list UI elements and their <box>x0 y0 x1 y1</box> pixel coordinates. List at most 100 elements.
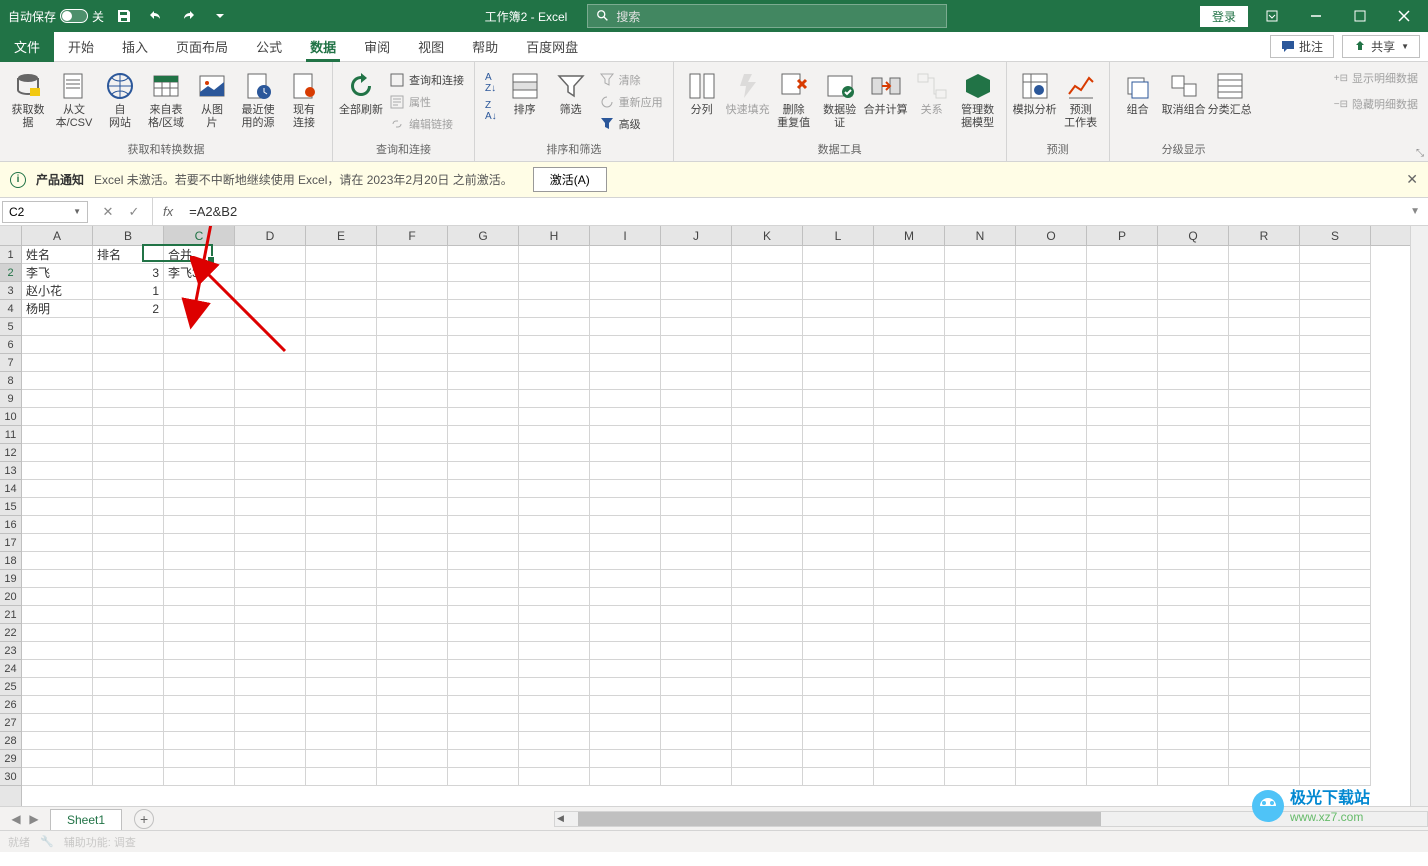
add-sheet-button[interactable]: + <box>134 809 154 829</box>
cell-P5[interactable] <box>1087 318 1158 336</box>
cell-G28[interactable] <box>448 732 519 750</box>
cell-I11[interactable] <box>590 426 661 444</box>
cell-E13[interactable] <box>306 462 377 480</box>
cell-F28[interactable] <box>377 732 448 750</box>
cell-C23[interactable] <box>164 642 235 660</box>
cell-N4[interactable] <box>945 300 1016 318</box>
cell-E20[interactable] <box>306 588 377 606</box>
cell-I4[interactable] <box>590 300 661 318</box>
cell-P23[interactable] <box>1087 642 1158 660</box>
cell-R23[interactable] <box>1229 642 1300 660</box>
cell-O15[interactable] <box>1016 498 1087 516</box>
group-button[interactable]: 组合 <box>1116 66 1160 139</box>
cell-R27[interactable] <box>1229 714 1300 732</box>
row-header-7[interactable]: 7 <box>0 354 21 372</box>
cell-D19[interactable] <box>235 570 306 588</box>
cell-A5[interactable] <box>22 318 93 336</box>
save-button[interactable] <box>112 4 136 28</box>
cell-A7[interactable] <box>22 354 93 372</box>
enter-formula-button[interactable]: ✓ <box>124 202 144 222</box>
cell-P16[interactable] <box>1087 516 1158 534</box>
queries-connections-button[interactable]: 查询和连接 <box>385 70 468 90</box>
cell-I22[interactable] <box>590 624 661 642</box>
column-header-B[interactable]: B <box>93 226 164 245</box>
cell-C13[interactable] <box>164 462 235 480</box>
cell-P17[interactable] <box>1087 534 1158 552</box>
from-picture-button[interactable]: 从图 片 <box>190 66 234 139</box>
cell-G24[interactable] <box>448 660 519 678</box>
cell-E4[interactable] <box>306 300 377 318</box>
cell-O2[interactable] <box>1016 264 1087 282</box>
cell-J2[interactable] <box>661 264 732 282</box>
row-header-30[interactable]: 30 <box>0 768 21 786</box>
cell-F14[interactable] <box>377 480 448 498</box>
cell-Q10[interactable] <box>1158 408 1229 426</box>
cell-L28[interactable] <box>803 732 874 750</box>
cell-F18[interactable] <box>377 552 448 570</box>
cell-J13[interactable] <box>661 462 732 480</box>
cell-Q9[interactable] <box>1158 390 1229 408</box>
cell-S26[interactable] <box>1300 696 1371 714</box>
cell-I8[interactable] <box>590 372 661 390</box>
cell-R2[interactable] <box>1229 264 1300 282</box>
cell-P9[interactable] <box>1087 390 1158 408</box>
cell-E6[interactable] <box>306 336 377 354</box>
cell-L18[interactable] <box>803 552 874 570</box>
whatif-analysis-button[interactable]: 模拟分析 <box>1013 66 1057 139</box>
cell-M1[interactable] <box>874 246 945 264</box>
recent-sources-button[interactable]: 最近使 用的源 <box>236 66 280 139</box>
cell-G6[interactable] <box>448 336 519 354</box>
cell-A13[interactable] <box>22 462 93 480</box>
cell-L11[interactable] <box>803 426 874 444</box>
cell-J25[interactable] <box>661 678 732 696</box>
cell-C16[interactable] <box>164 516 235 534</box>
cell-D15[interactable] <box>235 498 306 516</box>
cell-A16[interactable] <box>22 516 93 534</box>
cell-I10[interactable] <box>590 408 661 426</box>
cell-G19[interactable] <box>448 570 519 588</box>
cell-K29[interactable] <box>732 750 803 768</box>
cell-Q13[interactable] <box>1158 462 1229 480</box>
cell-N19[interactable] <box>945 570 1016 588</box>
cell-I5[interactable] <box>590 318 661 336</box>
cell-O8[interactable] <box>1016 372 1087 390</box>
cell-O30[interactable] <box>1016 768 1087 786</box>
cell-R5[interactable] <box>1229 318 1300 336</box>
cell-F10[interactable] <box>377 408 448 426</box>
cell-J14[interactable] <box>661 480 732 498</box>
cell-C18[interactable] <box>164 552 235 570</box>
cell-S24[interactable] <box>1300 660 1371 678</box>
refresh-all-button[interactable]: 全部刷新 <box>339 66 383 139</box>
cell-O28[interactable] <box>1016 732 1087 750</box>
cell-Q26[interactable] <box>1158 696 1229 714</box>
cell-F13[interactable] <box>377 462 448 480</box>
cell-B21[interactable] <box>93 606 164 624</box>
cell-Q11[interactable] <box>1158 426 1229 444</box>
cell-O20[interactable] <box>1016 588 1087 606</box>
cell-M20[interactable] <box>874 588 945 606</box>
cell-S27[interactable] <box>1300 714 1371 732</box>
cell-C30[interactable] <box>164 768 235 786</box>
column-header-O[interactable]: O <box>1016 226 1087 245</box>
cell-A18[interactable] <box>22 552 93 570</box>
cell-K23[interactable] <box>732 642 803 660</box>
cell-P24[interactable] <box>1087 660 1158 678</box>
cell-B22[interactable] <box>93 624 164 642</box>
cell-F24[interactable] <box>377 660 448 678</box>
cell-P28[interactable] <box>1087 732 1158 750</box>
cell-R15[interactable] <box>1229 498 1300 516</box>
cell-A1[interactable]: 姓名 <box>22 246 93 264</box>
cell-R7[interactable] <box>1229 354 1300 372</box>
tab-view[interactable]: 视图 <box>404 32 458 62</box>
cell-R1[interactable] <box>1229 246 1300 264</box>
cell-S20[interactable] <box>1300 588 1371 606</box>
cell-I12[interactable] <box>590 444 661 462</box>
cell-M8[interactable] <box>874 372 945 390</box>
cell-J8[interactable] <box>661 372 732 390</box>
cell-J26[interactable] <box>661 696 732 714</box>
relationships-button[interactable]: 关系 <box>910 66 954 139</box>
cell-C26[interactable] <box>164 696 235 714</box>
cell-C10[interactable] <box>164 408 235 426</box>
cell-N23[interactable] <box>945 642 1016 660</box>
cell-A25[interactable] <box>22 678 93 696</box>
